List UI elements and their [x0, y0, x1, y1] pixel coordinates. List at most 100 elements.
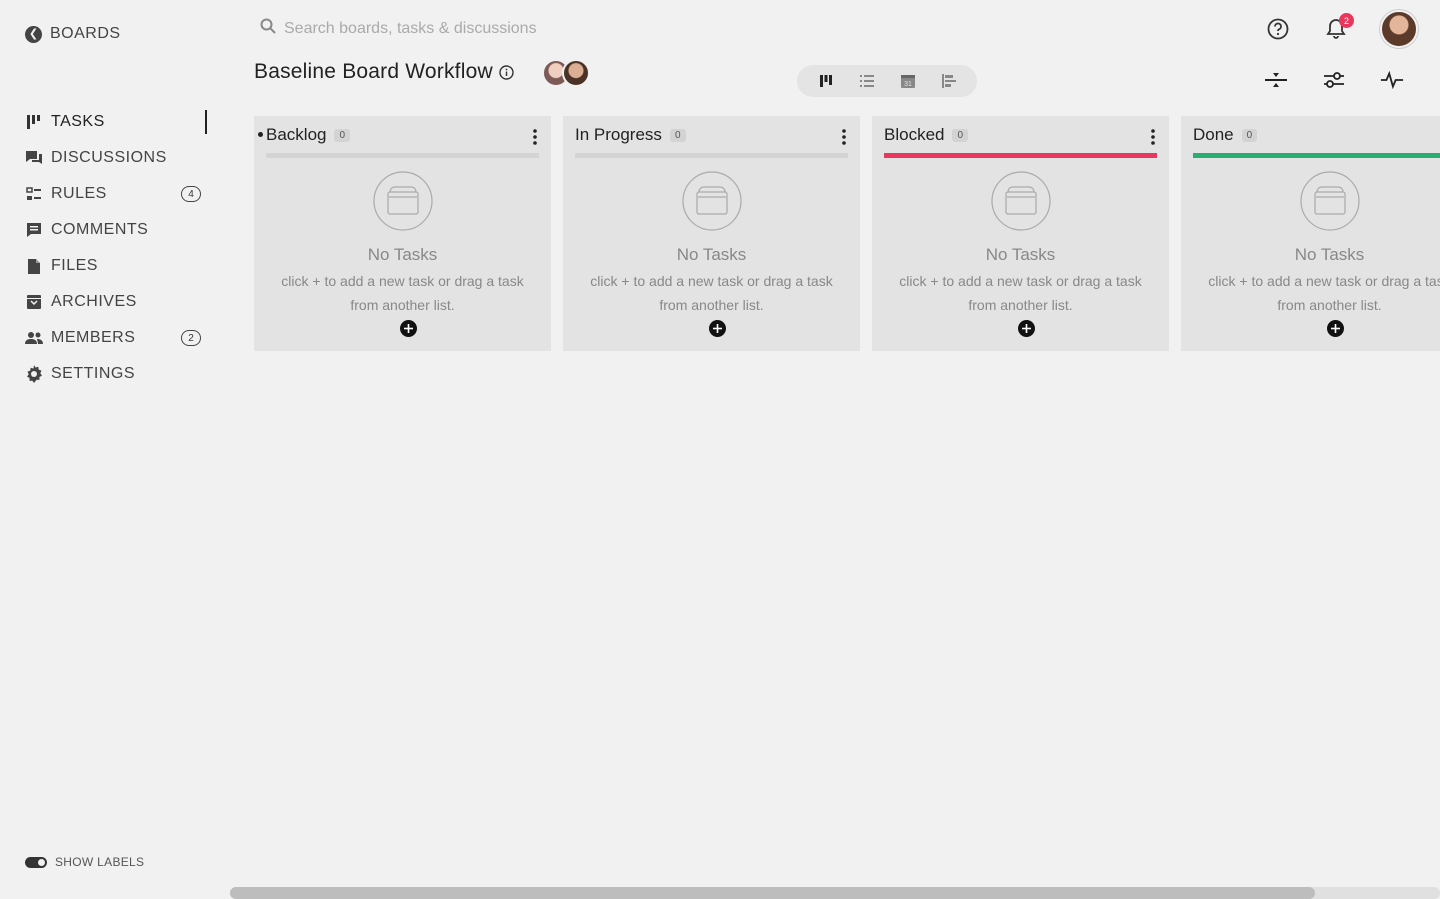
sidebar-item-label: SETTINGS [51, 365, 136, 382]
list-column-in-progress: In Progress 0 No Tasks click + to add a … [563, 116, 860, 351]
empty-tray-icon [990, 171, 1051, 231]
sidebar-item-label: COMMENTS [51, 221, 149, 238]
sidebar-item-label: DISCUSSIONS [51, 149, 167, 166]
top-right-toolbar: 2 [1264, 10, 1418, 48]
show-labels-toggle[interactable]: SHOW LABELS [25, 855, 144, 869]
add-task-button[interactable] [1018, 320, 1035, 337]
sidebar-item-members[interactable]: MEMBERS 2 [25, 320, 207, 356]
empty-state-title: No Tasks [1294, 245, 1365, 264]
rules-icon [25, 185, 43, 203]
sidebar-item-files[interactable]: FILES [25, 248, 207, 284]
add-task-button[interactable] [709, 320, 726, 337]
sidebar-item-label: ARCHIVES [51, 293, 137, 310]
horizontal-scrollbar[interactable] [230, 887, 1440, 899]
help-icon [1267, 18, 1289, 40]
list-count-badge: 0 [334, 128, 351, 142]
list-color-bar [575, 153, 848, 158]
scrollbar-thumb[interactable] [230, 887, 1315, 899]
calendar-view-button[interactable]: 31 [896, 69, 920, 93]
user-avatar[interactable] [1380, 10, 1418, 48]
sidebar-item-discussions[interactable]: DISCUSSIONS [25, 140, 207, 176]
sidebar-nav: TASKS DISCUSSIONS RULES 4 COMMENTS FILES… [25, 104, 207, 392]
timeline-icon [941, 74, 956, 88]
add-task-button[interactable] [400, 320, 417, 337]
list-color-bar [266, 153, 539, 158]
list-column-blocked: Blocked 0 No Tasks click + to add a new … [872, 116, 1169, 351]
plus-icon [1022, 324, 1031, 333]
member-avatar[interactable] [562, 59, 590, 87]
calendar-icon: 31 [900, 75, 915, 88]
board-tools [1264, 68, 1404, 92]
empty-tray-icon [372, 171, 433, 231]
members-count-badge: 2 [181, 330, 201, 346]
empty-state-text: click + to add a new task or drag a task… [281, 273, 524, 313]
list-count-badge: 0 [952, 128, 969, 142]
gear-icon [25, 365, 43, 383]
list-icon [859, 75, 874, 87]
board-view-button[interactable] [814, 69, 838, 93]
board-header: Baseline Board Workflow [254, 60, 515, 84]
list-menu-button[interactable] [838, 128, 850, 146]
search-icon [260, 18, 276, 39]
board-columns-icon [25, 113, 43, 131]
sidebar-item-rules[interactable]: RULES 4 [25, 176, 207, 212]
collapse-button[interactable] [1264, 68, 1288, 92]
filter-button[interactable] [1322, 68, 1346, 92]
list-name[interactable]: Blocked [884, 125, 944, 145]
list-count-badge: 0 [1241, 128, 1258, 142]
archive-icon [25, 293, 43, 311]
list-name[interactable]: Done [1193, 125, 1234, 145]
timeline-view-button[interactable] [937, 69, 961, 93]
chevron-left-icon: ❮ [25, 25, 42, 43]
plus-icon [404, 324, 413, 333]
back-to-boards-link[interactable]: ❮ BOARDS [25, 25, 121, 43]
activity-icon [1380, 71, 1404, 89]
more-vertical-icon [1151, 129, 1155, 145]
notifications-button[interactable]: 2 [1322, 13, 1354, 43]
toggle-switch-icon[interactable] [25, 856, 47, 868]
comment-icon [25, 221, 43, 239]
info-icon[interactable] [499, 64, 515, 80]
list-header: Done 0 [1193, 124, 1440, 146]
search-bar [260, 18, 684, 39]
drag-dot-icon [258, 132, 263, 137]
empty-state-title: No Tasks [985, 245, 1056, 264]
list-column-done: Done 0 No Tasks click + to add a new tas… [1181, 116, 1440, 351]
list-header: In Progress 0 [575, 124, 848, 146]
svg-text:31: 31 [904, 81, 912, 88]
activity-button[interactable] [1380, 68, 1404, 92]
file-icon [25, 257, 43, 275]
sliders-icon [1324, 72, 1344, 88]
list-menu-button[interactable] [529, 128, 541, 146]
sidebar-item-tasks[interactable]: TASKS [25, 104, 207, 140]
empty-tray-icon [1299, 171, 1360, 231]
sidebar-item-comments[interactable]: COMMENTS [25, 212, 207, 248]
list-header: Backlog 0 [266, 124, 539, 146]
empty-state-title: No Tasks [676, 245, 747, 264]
sidebar-item-settings[interactable]: SETTINGS [25, 356, 207, 392]
sidebar-item-archives[interactable]: ARCHIVES [25, 284, 207, 320]
list-column-backlog: Backlog 0 No Tasks click + to add a new … [254, 116, 551, 351]
list-name[interactable]: Backlog [266, 125, 326, 145]
view-switcher: 31 [797, 65, 977, 97]
list-color-bar [884, 153, 1157, 158]
list-view-button[interactable] [855, 69, 879, 93]
chat-bubbles-icon [25, 149, 43, 167]
more-vertical-icon [533, 129, 537, 145]
board-members[interactable] [542, 59, 590, 87]
empty-state-text: click + to add a new task or drag a task… [590, 273, 833, 313]
notification-count-badge: 2 [1339, 13, 1354, 28]
add-task-button[interactable] [1327, 320, 1344, 337]
rules-count-badge: 4 [181, 186, 201, 202]
search-input[interactable] [284, 19, 684, 38]
empty-state-title: No Tasks [367, 245, 438, 264]
board-lists: Backlog 0 No Tasks click + to add a new … [254, 116, 1440, 351]
list-count-badge: 0 [669, 128, 686, 142]
boards-link-label: BOARDS [50, 25, 121, 42]
empty-tray-icon [681, 171, 742, 231]
help-button[interactable] [1264, 15, 1292, 43]
list-name[interactable]: In Progress [575, 125, 662, 145]
list-menu-button[interactable] [1147, 128, 1159, 146]
sidebar-item-label: TASKS [51, 113, 105, 130]
collapse-icon [1265, 73, 1287, 87]
